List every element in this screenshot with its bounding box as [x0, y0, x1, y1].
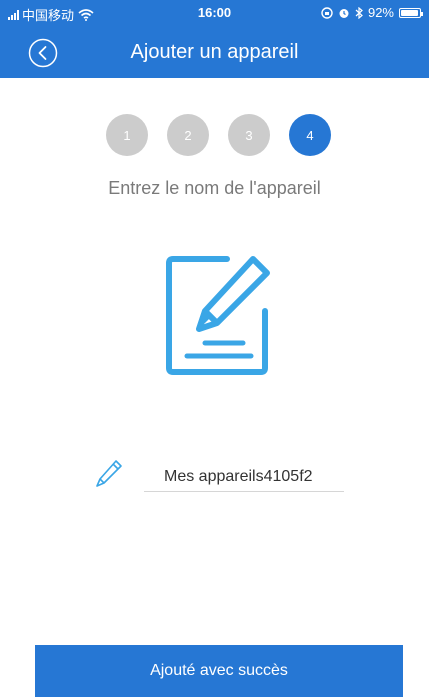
- step-3: 3: [228, 114, 270, 156]
- instruction-text: Entrez le nom de l'appareil: [108, 178, 321, 198]
- step-2: 2: [167, 114, 209, 156]
- battery-level-fill: [401, 9, 418, 16]
- alarm-icon: [339, 8, 349, 18]
- header: 中国移动 16:00 92% Ajouter un appareil: [0, 0, 429, 78]
- bluetooth-icon: [355, 6, 363, 19]
- stepper: 1 2 3 4: [0, 114, 429, 156]
- step-1: 1: [106, 114, 148, 156]
- device-name-underline: [144, 491, 344, 492]
- battery-percent: 92%: [367, 5, 394, 20]
- pencil-icon: [96, 460, 122, 487]
- added-success-button[interactable]: Ajouté avec succès: [35, 645, 403, 697]
- battery-icon: [399, 7, 423, 18]
- step-4: 4: [289, 114, 331, 156]
- nav-bar: Ajouter un appareil: [0, 24, 429, 78]
- status-right: 92%: [321, 5, 423, 20]
- device-name-input[interactable]: Mes appareils4105f2: [164, 468, 313, 486]
- page-title: Ajouter un appareil: [130, 41, 299, 63]
- add-device-screen: 中国移动 16:00 92% Ajouter un appareil 1 2 3…: [0, 0, 429, 697]
- status-bar: 中国移动 16:00 92%: [0, 0, 429, 24]
- device-name-field[interactable]: Mes appareils4105f2: [94, 458, 344, 492]
- lock-rotation-icon: [321, 6, 333, 19]
- edit-document-icon: [166, 256, 270, 375]
